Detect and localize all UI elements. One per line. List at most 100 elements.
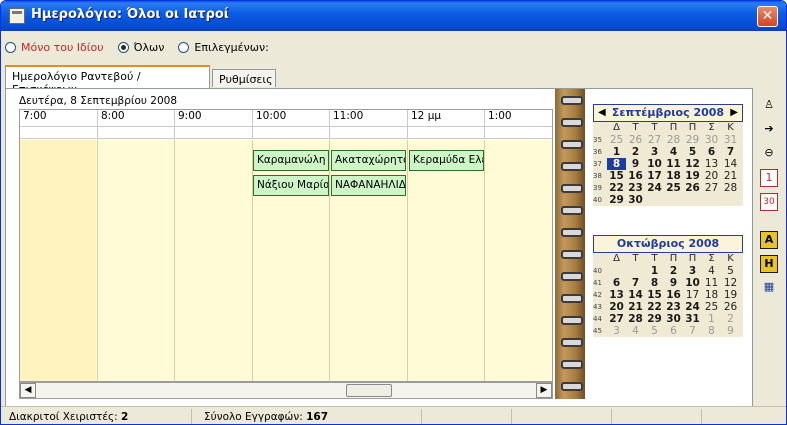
- calendar-day[interactable]: 27: [645, 134, 664, 146]
- calendar-day[interactable]: 1: [607, 146, 626, 158]
- schedule-column-7[interactable]: [20, 140, 96, 381]
- calendar-day[interactable]: 15: [645, 289, 664, 301]
- calendar-day[interactable]: 8: [702, 325, 721, 337]
- calendar-day[interactable]: 3: [645, 146, 664, 158]
- calendar-day[interactable]: 23: [626, 182, 645, 194]
- calendar-day[interactable]: 27: [702, 182, 721, 194]
- calendar-day[interactable]: 22: [645, 301, 664, 313]
- calendar-day[interactable]: 25: [664, 182, 683, 194]
- appointment[interactable]: Ακαταχώρητο: [331, 150, 406, 171]
- calendar-day[interactable]: 9: [664, 277, 683, 289]
- calendar-day[interactable]: 22: [607, 182, 626, 194]
- radio-all[interactable]: Όλων: [117, 41, 164, 54]
- calendar-day[interactable]: 7: [721, 146, 740, 158]
- scroll-left-button[interactable]: ◀: [20, 383, 36, 398]
- calendar-day[interactable]: 21: [626, 301, 645, 313]
- calendar-day[interactable]: 18: [702, 289, 721, 301]
- calendar-day[interactable]: 4: [626, 325, 645, 337]
- calendar-day[interactable]: 26: [626, 134, 645, 146]
- calendar-day[interactable]: 1: [702, 313, 721, 325]
- calendar-day[interactable]: 11: [702, 277, 721, 289]
- calendar-day[interactable]: 5: [721, 265, 740, 277]
- calendar-day[interactable]: 4: [702, 265, 721, 277]
- day-schedule-grid[interactable]: 7:00 8:00 9:00 10:00 11:00 12 μμ 1:00 Κα…: [19, 109, 553, 382]
- goto-icon[interactable]: ➔: [760, 121, 778, 139]
- calendar-day[interactable]: 10: [683, 277, 702, 289]
- mini-calendar-september[interactable]: ◀ Σεπτέμβριος 2008 ▶ Δ Τ Τ Π Π Σ Κ 35 25 26 27 28 29…: [593, 104, 743, 206]
- calendar-day[interactable]: 10: [645, 158, 664, 170]
- calendar-day[interactable]: 6: [702, 146, 721, 158]
- calendar-day[interactable]: 26: [721, 301, 740, 313]
- calendar-day[interactable]: 11: [664, 158, 683, 170]
- month-view-button[interactable]: 30: [760, 193, 778, 211]
- tab-calendar[interactable]: Ημερολόγιο Ραντεβού / Επισκέψεων: [5, 65, 210, 96]
- calendar-day[interactable]: 23: [664, 301, 683, 313]
- calendar-day[interactable]: 9: [626, 158, 645, 170]
- day-view-button[interactable]: 1: [760, 169, 778, 187]
- tab-settings[interactable]: Ρυθμίσεις: [212, 69, 276, 87]
- calendar-day[interactable]: 15: [607, 170, 626, 182]
- scroll-thumb[interactable]: [346, 384, 392, 397]
- title-bar[interactable]: Ημερολόγιο: Όλοι οι Ιατροί ✕: [1, 1, 786, 31]
- calendar-day[interactable]: 16: [626, 170, 645, 182]
- scroll-right-button[interactable]: ▶: [536, 383, 552, 398]
- calendar-day[interactable]: 31: [683, 313, 702, 325]
- calendar-day[interactable]: 5: [683, 146, 702, 158]
- calendar-day[interactable]: 21: [721, 170, 740, 182]
- calendar-day[interactable]: 13: [702, 158, 721, 170]
- calendar-day[interactable]: 12: [683, 158, 702, 170]
- appointment[interactable]: ΝΑΦΑΝΑΗΛΙΔ: [331, 175, 406, 196]
- calendar-day[interactable]: 2: [664, 265, 683, 277]
- calendar-day[interactable]: 18: [664, 170, 683, 182]
- mini-calendar-october[interactable]: Οκτώβριος 2008 Δ Τ Τ Π Π Σ Κ 40 1 2 3 4 5 41 6 7 8 9 10 11 1…: [593, 235, 743, 337]
- radio-dot[interactable]: [5, 41, 16, 53]
- calendar-day[interactable]: 17: [645, 170, 664, 182]
- h-button[interactable]: H: [760, 255, 778, 273]
- zoom-out-icon[interactable]: ⊖: [760, 145, 778, 163]
- calendar-day[interactable]: 6: [607, 277, 626, 289]
- calendar-day[interactable]: 6: [664, 325, 683, 337]
- radio-selected[interactable]: Επιλεγμένων:: [178, 41, 269, 54]
- calendar-day[interactable]: 13: [607, 289, 626, 301]
- calendar-day[interactable]: 27: [607, 313, 626, 325]
- calendar-day[interactable]: 25: [607, 134, 626, 146]
- all-day-row[interactable]: [20, 127, 552, 139]
- calendar-day[interactable]: 20: [607, 301, 626, 313]
- calendar-day[interactable]: 30: [626, 194, 645, 206]
- user-icon[interactable]: ♙: [760, 97, 778, 115]
- calendar-day[interactable]: 26: [683, 182, 702, 194]
- calendar-day[interactable]: 28: [664, 134, 683, 146]
- calendar-day[interactable]: 28: [626, 313, 645, 325]
- calendar-day[interactable]: 8: [645, 277, 664, 289]
- calendar-day[interactable]: 2: [626, 146, 645, 158]
- close-button[interactable]: ✕: [757, 6, 778, 27]
- calendar-day[interactable]: 19: [721, 289, 740, 301]
- calendar-day[interactable]: 29: [683, 134, 702, 146]
- next-month-icon[interactable]: ▶: [730, 105, 738, 121]
- calendar-day[interactable]: 14: [721, 158, 740, 170]
- calendar-day[interactable]: 24: [645, 182, 664, 194]
- calendar-day[interactable]: 3: [607, 325, 626, 337]
- calendar-day[interactable]: 20: [702, 170, 721, 182]
- prev-month-icon[interactable]: ◀: [598, 105, 606, 121]
- calendar-day[interactable]: 4: [664, 146, 683, 158]
- calendar-day[interactable]: 7: [683, 325, 702, 337]
- calendar-day[interactable]: 28: [721, 182, 740, 194]
- calendar-day[interactable]: 1: [645, 265, 664, 277]
- radio-own-only[interactable]: Μόνο του Ιδίου: [5, 41, 104, 54]
- calendar-day[interactable]: 7: [626, 277, 645, 289]
- a-button[interactable]: A: [760, 231, 778, 249]
- appointment[interactable]: Κεραμύδα Ελέ: [409, 150, 484, 171]
- calendar-day[interactable]: 8: [607, 158, 626, 170]
- calendar-day[interactable]: 24: [683, 301, 702, 313]
- appointment[interactable]: Καραμανώλη Ε: [253, 150, 329, 171]
- calendar-day[interactable]: 29: [645, 313, 664, 325]
- calendar-day[interactable]: 30: [664, 313, 683, 325]
- calendar-day[interactable]: 3: [683, 265, 702, 277]
- calendar-day[interactable]: 16: [664, 289, 683, 301]
- appointment[interactable]: Νάξιου Μαρία: [253, 175, 329, 196]
- calendar-day[interactable]: 25: [702, 301, 721, 313]
- calendar-day[interactable]: 2: [721, 313, 740, 325]
- calendar-day[interactable]: 29: [607, 194, 626, 206]
- calendar-icon[interactable]: ▦: [760, 279, 778, 297]
